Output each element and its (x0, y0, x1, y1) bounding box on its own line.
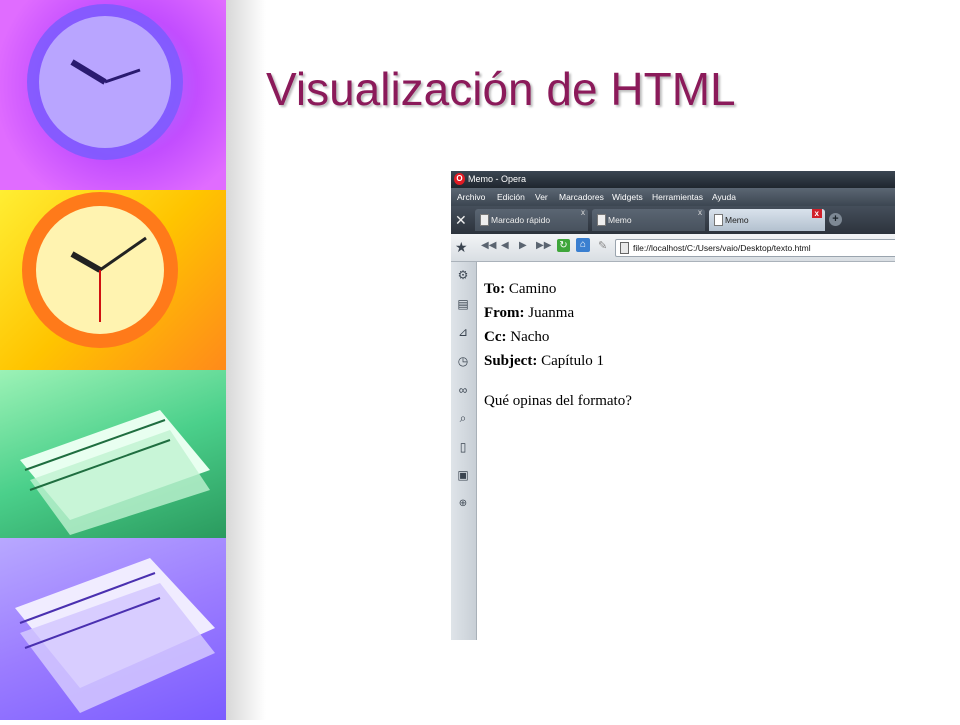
papers-image-violet (0, 538, 226, 720)
memo-from-value: Juanma (528, 305, 575, 321)
address-field[interactable]: file://localhost/C:/Users/vaio/Desktop/t… (615, 239, 895, 257)
menu-herramientas[interactable]: Herramientas (652, 192, 703, 202)
memo-to-row: To: Camino (484, 277, 632, 301)
document-icon (714, 214, 723, 226)
history-icon[interactable]: ◷ (455, 353, 471, 369)
browser-window: O Memo - Opera Archivo Edición Ver Marca… (451, 171, 895, 640)
browser-menubar: Archivo Edición Ver Marcadores Widgets H… (451, 188, 895, 206)
clock-image-orange (0, 190, 226, 370)
fast-forward-icon[interactable]: ▶▶ (536, 240, 551, 251)
memo-cc-label: Cc: (484, 329, 507, 345)
address-text: file://localhost/C:/Users/vaio/Desktop/t… (633, 243, 811, 253)
transfers-icon[interactable]: ▣ (455, 467, 471, 483)
memo-from-row: From: Juanma (484, 301, 632, 325)
tab-label: Marcado rápido (491, 215, 551, 225)
menu-ayuda[interactable]: Ayuda (712, 192, 736, 202)
add-icon[interactable]: ⊕ (455, 496, 471, 512)
memo-to-label: To: (484, 281, 506, 297)
menu-ver[interactable]: Ver (535, 192, 548, 202)
memo-cc-value: Nacho (510, 329, 550, 345)
papers-green-graphic (20, 410, 210, 535)
papers-violet-graphic (15, 558, 215, 713)
document-icon (620, 242, 629, 254)
tab-close-icon[interactable]: x (581, 208, 585, 217)
tab-close-icon[interactable]: x (698, 208, 702, 217)
memo-message: Qué opinas del formato? (484, 393, 632, 409)
reload-icon[interactable]: ↻ (557, 239, 570, 252)
back-icon[interactable]: ◀ (501, 240, 509, 251)
document-icon (480, 214, 489, 226)
clock-image-purple (0, 0, 226, 190)
papers-image-green (0, 370, 226, 538)
menu-archivo[interactable]: Archivo (457, 192, 485, 202)
memo-to-value: Camino (508, 281, 557, 297)
browser-titlebar: O Memo - Opera (451, 171, 895, 188)
menu-marcadores[interactable]: Marcadores (559, 192, 604, 202)
tab-memo[interactable]: Memo x (592, 208, 705, 231)
memo-subject-label: Subject: (484, 353, 538, 369)
opera-logo-icon: O (454, 173, 465, 185)
search-icon[interactable]: ⌕ (455, 410, 471, 426)
memo-subject-row: Subject: Capítulo 1 (484, 349, 632, 373)
page-content: To: Camino From: Juanma Cc: Nacho Subjec… (484, 277, 632, 413)
tools-icon[interactable]: ✕ (455, 212, 467, 229)
memo-cc-row: Cc: Nacho (484, 325, 632, 349)
decorative-image-strip (0, 0, 226, 720)
tab-label: Memo (608, 215, 632, 225)
tab-label: Memo (725, 215, 749, 225)
tab-memo-active[interactable]: Memo x (709, 209, 825, 231)
strip-shadow (226, 0, 266, 720)
chat-icon[interactable]: ▤ (455, 296, 471, 312)
forward-icon[interactable]: ▶ (519, 240, 527, 251)
clock-orange-graphic (22, 192, 178, 348)
window-title: Memo - Opera (468, 174, 527, 184)
link-icon[interactable]: ∞ (455, 382, 471, 398)
rewind-icon[interactable]: ◀◀ (481, 240, 496, 251)
gear-icon[interactable]: ⚙ (455, 267, 471, 283)
slide-title: Visualización de HTML (266, 63, 736, 115)
document-icon (597, 214, 606, 226)
edit-icon[interactable]: ✎ (598, 239, 607, 252)
star-icon[interactable]: ★ (455, 239, 468, 256)
memo-subject-value: Capítulo 1 (541, 353, 604, 369)
memo-from-label: From: (484, 305, 525, 321)
notes-icon[interactable]: ▯ (455, 439, 471, 455)
feed-icon[interactable]: ⊿ (455, 324, 471, 340)
home-icon[interactable]: ⌂ (576, 238, 590, 252)
tab-close-icon[interactable]: x (811, 209, 822, 218)
new-tab-icon[interactable]: + (829, 213, 842, 226)
browser-tabbar: ✕ Marcado rápido x Memo x Memo x + (451, 206, 895, 234)
tab-marcado-rapido[interactable]: Marcado rápido x (475, 208, 588, 231)
clock-purple-graphic (27, 4, 183, 160)
menu-widgets[interactable]: Widgets (612, 192, 643, 202)
browser-sidepanel: ⚙ ▤ ⊿ ◷ ∞ ⌕ ▯ ▣ ⊕ (451, 262, 477, 640)
menu-edicion[interactable]: Edición (497, 192, 525, 202)
browser-navbar: ★ ◀◀ ◀ ▶ ▶▶ ↻ ⌂ ✎ file://localhost/C:/Us… (451, 234, 895, 262)
